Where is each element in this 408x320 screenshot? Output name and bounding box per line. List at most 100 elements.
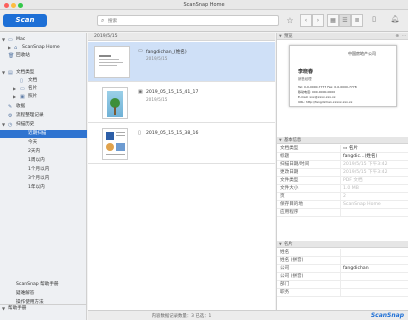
property-row: 部门 xyxy=(277,281,408,289)
status-bar: 内容数据记录数量：3 已选：1 ScanSnap xyxy=(88,310,408,320)
property-row: 文档类型 ▭ 名片 xyxy=(277,145,408,153)
doc-type-select[interactable]: ▭ 名片 xyxy=(343,145,358,153)
business-card-thumbnail[interactable] xyxy=(94,46,130,78)
preview-section-header[interactable]: ▼ 预览 ⊕ ⋯ xyxy=(277,33,408,40)
sidebar-item-scansnap-home[interactable]: ▶ ⌂ ScanSnap Home xyxy=(0,44,87,52)
content-date: 2019/5/15 xyxy=(146,97,168,102)
content-item[interactable]: ▭ fangdichan_(姓名) 2019/5/15 xyxy=(88,42,275,82)
sidebar-item-2-days[interactable]: 2天内 xyxy=(0,148,87,156)
sidebar-item-mac[interactable]: ▼ ▭ Mac xyxy=(0,36,87,44)
content-title: 2019_05_15_15_38_16 xyxy=(146,131,199,136)
property-row: 公司 (拼音) xyxy=(277,273,408,281)
content-title: 2019_05_15_15_41_17 xyxy=(146,90,199,95)
card-tel: Tel: 0-0-0000-7777 Fax: 0-0-0000-7778 xyxy=(298,85,357,89)
card-info-section-header[interactable]: ▼ 名片 xyxy=(277,241,408,248)
title-bar: ScanSnap Home xyxy=(0,0,408,10)
card-name: 李晓春 xyxy=(298,69,314,75)
scan-datetime-value: 2019/5/15 下午3:42 xyxy=(343,162,388,167)
sidebar: ▼ ▭ Mac ▶ ⌂ ScanSnap Home 🗑︎ 回收站 ▼ ▤ 文档类… xyxy=(0,33,87,320)
property-row: 标题 fangdic…(姓名) xyxy=(277,153,408,161)
zoom-in-icon[interactable]: ⊕ xyxy=(395,33,399,40)
computer-icon: ▭ xyxy=(8,37,13,43)
business-card-icon: ▭ xyxy=(20,86,25,92)
chevron-right-icon[interactable]: ▶ xyxy=(8,44,11,52)
scan-button[interactable]: Scan xyxy=(3,14,47,27)
card-title: 销售经理 xyxy=(298,77,312,81)
sidebar-item-today[interactable]: 今天 xyxy=(0,139,87,147)
brand-logo: ScanSnap xyxy=(370,312,404,319)
chevron-down-icon[interactable]: ▼ xyxy=(279,241,282,248)
more-icon[interactable]: ⋯ xyxy=(402,33,406,40)
search-icon: ⌕ xyxy=(101,17,105,24)
chevron-right-icon[interactable]: ▶ xyxy=(13,85,16,93)
property-row: 保存目的地 ScanSnap Home xyxy=(277,201,408,209)
receipt-icon: ✎ xyxy=(8,104,13,110)
detail-view-icon[interactable]: ≣ xyxy=(351,14,363,27)
sidebar-item-photos[interactable]: ▶ ▣ 照片 xyxy=(0,93,87,101)
sidebar-item-workflow-log[interactable]: ⚙ 流程整理记录 xyxy=(0,112,87,120)
property-row: 姓名 (拼音) xyxy=(277,257,408,265)
sidebar-item-business-cards[interactable]: ▶ ▭ 名片 xyxy=(0,85,87,93)
sidebar-item-documents[interactable]: ▯ 文档 xyxy=(0,77,87,85)
property-row: 扫描日期/时间 2019/5/15 下午3:42 xyxy=(277,161,408,169)
sidebar-item-1-week[interactable]: 1周以内 xyxy=(0,157,87,165)
content-item[interactable]: ▯ 2019_05_15_15_38_16 xyxy=(88,124,275,164)
help-link-manual[interactable]: ScanSnap 帮助手册 xyxy=(0,281,87,289)
search-box[interactable]: ⌕ xyxy=(97,15,279,26)
sidebar-item-scan-history[interactable]: ▼ ◷ 扫描历史 xyxy=(0,121,87,129)
date-group-header: 2019/5/15 xyxy=(88,33,275,41)
search-input[interactable] xyxy=(108,17,273,25)
company-field[interactable]: fangdichan xyxy=(343,265,369,273)
property-row: 应用程序 xyxy=(277,209,408,217)
property-row: 文件类型 PDF 文档 xyxy=(277,177,408,185)
chevron-down-icon[interactable]: ▼ xyxy=(279,33,282,40)
photo-thumbnail[interactable] xyxy=(102,87,128,119)
chevron-down-icon[interactable]: ▼ xyxy=(2,121,5,129)
sidebar-item-3-months[interactable]: 3个月以内 xyxy=(0,175,87,183)
content-date: 2019/5/15 xyxy=(146,56,168,61)
basic-info-section-header[interactable]: ▼ 基本信息 xyxy=(277,137,408,144)
thumbnail-view-icon[interactable]: ▦ xyxy=(327,14,339,27)
chevron-down-icon[interactable]: ▼ xyxy=(279,137,282,144)
favorite-star-icon[interactable]: ☆ xyxy=(284,14,296,27)
detail-panel: ▼ 预览 ⊕ ⋯ 中国房地产公司 李晓春 销售经理 Tel: 0-0-0000-… xyxy=(276,33,408,310)
chevron-down-icon[interactable]: ▼ xyxy=(2,36,5,44)
sidebar-item-trash[interactable]: 🗑︎ 回收站 xyxy=(0,52,87,60)
property-row: 更改日期 2019/5/15 下午3:42 xyxy=(277,169,408,177)
page-count-value: 2 xyxy=(343,194,346,199)
title-field[interactable]: fangdic…(姓名) xyxy=(343,153,377,161)
card-url: URL: http://fangdichan.xxxxx.xxx.xx xyxy=(298,100,353,104)
modified-date-value: 2019/5/15 下午3:42 xyxy=(343,170,388,175)
document-icon: ▯ xyxy=(20,78,23,84)
document-icon: ▯ xyxy=(138,130,141,136)
sidebar-item-recent-scans[interactable]: 近期扫描 xyxy=(0,130,87,138)
file-type-value: PDF 文档 xyxy=(343,178,363,183)
chevron-right-icon[interactable]: ▶ xyxy=(13,93,16,101)
property-row: 姓名 xyxy=(277,249,408,257)
sidebar-item-doc-types[interactable]: ▼ ▤ 文档类型 xyxy=(0,69,87,77)
sidebar-item-receipts[interactable]: ✎ 收据 xyxy=(0,103,87,111)
sidebar-item-1-month[interactable]: 1个月以内 xyxy=(0,166,87,174)
content-item[interactable]: ▣ 2019_05_15_15_41_17 2019/5/15 xyxy=(88,83,275,123)
document-thumbnail[interactable] xyxy=(102,128,128,160)
window-title: ScanSnap Home xyxy=(183,2,225,8)
panel-toggle-icon[interactable]: ▯ xyxy=(368,14,380,27)
history-clock-icon: ◷ xyxy=(8,122,13,128)
prev-view-button[interactable]: ‹ xyxy=(300,14,312,27)
business-card-preview[interactable]: 中国房地产公司 李晓春 销售经理 Tel: 0-0-0000-7777 Fax:… xyxy=(289,45,397,107)
list-view-icon[interactable]: ☰ xyxy=(339,14,351,27)
next-view-button[interactable]: › xyxy=(312,14,324,27)
card-email: E-mail: xxx@xxxx.xxx.xx xyxy=(298,95,336,99)
notification-bell-icon[interactable]: 🔔︎ xyxy=(389,14,401,27)
home-icon: ⌂ xyxy=(14,45,18,51)
sidebar-item-1-year[interactable]: 1年以内 xyxy=(0,184,87,192)
property-row: 页 2 xyxy=(277,193,408,201)
chevron-down-icon[interactable]: ▼ xyxy=(2,69,5,77)
app-window: ScanSnap Home Scan ⌕ ☆ ‹ › ▦ ☰ ≣ ▯ 🔔︎ ▼ … xyxy=(0,0,408,320)
help-link-how-to[interactable]: 操作使用方法 xyxy=(0,299,87,307)
trash-icon: 🗑︎ xyxy=(8,53,15,59)
content-list: 2019/5/15 ▭ fangdichan_(姓名) 2019/5/15 ▣ … xyxy=(88,33,275,310)
card-mobile: 移动电话: 000-0000-0000 xyxy=(298,90,336,94)
help-link-troubleshooting[interactable]: 疑难解答 xyxy=(0,290,87,298)
toolbar: Scan ⌕ ☆ ‹ › ▦ ☰ ≣ ▯ 🔔︎ xyxy=(0,10,408,32)
